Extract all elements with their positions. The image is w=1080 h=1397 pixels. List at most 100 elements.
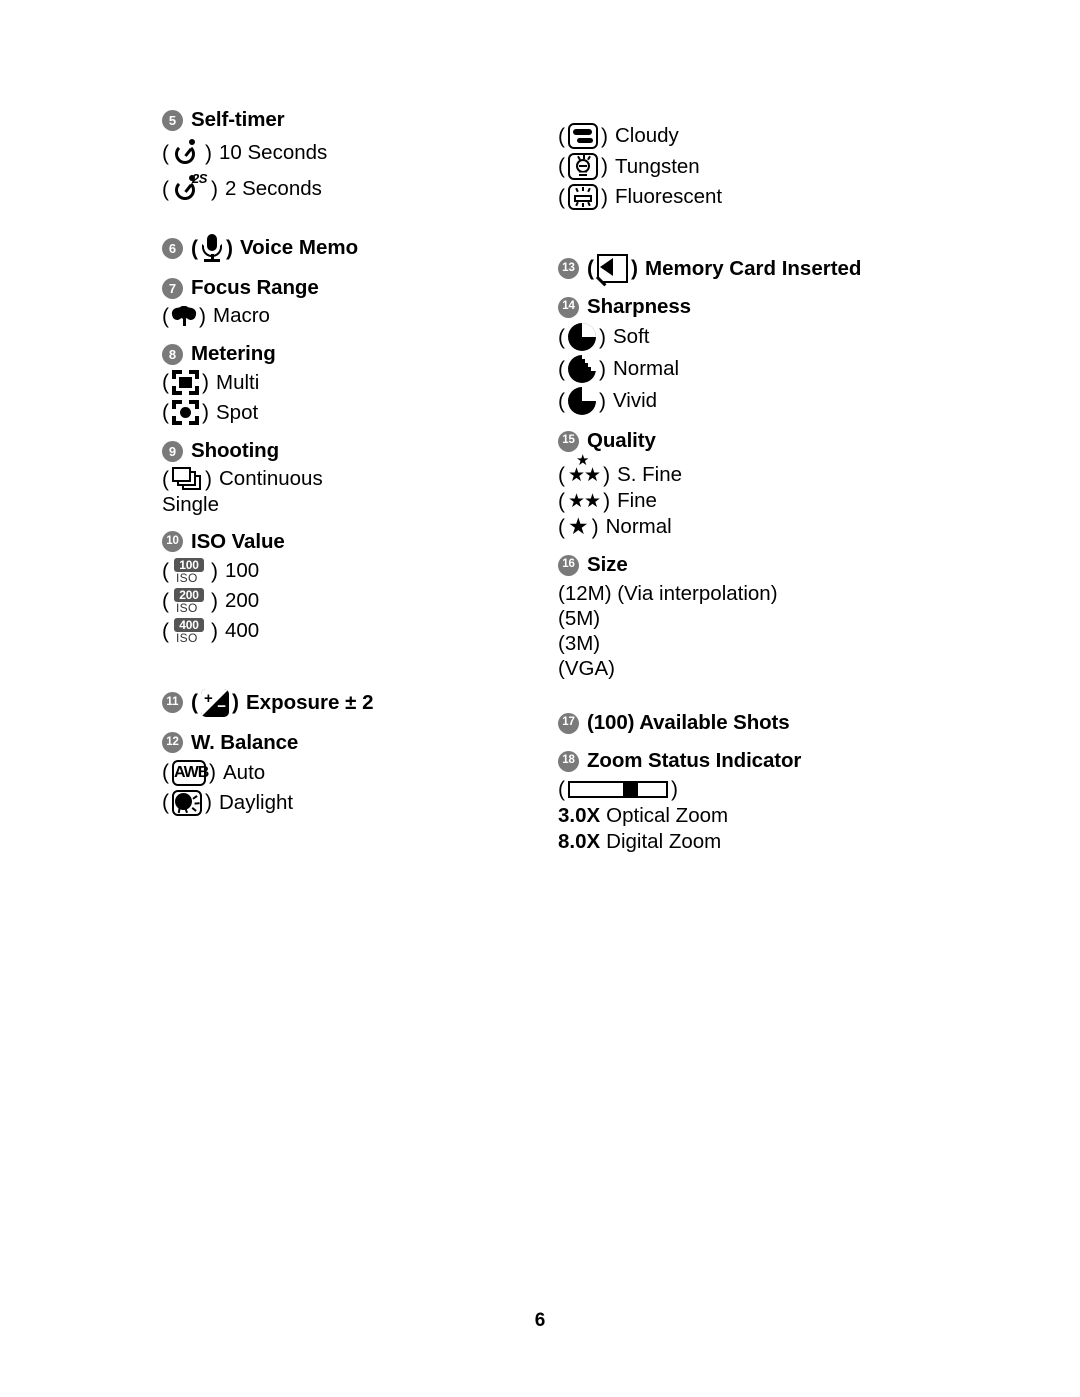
right-paren: ) — [603, 463, 611, 487]
exposure-compensation-icon: + − — [201, 688, 229, 717]
option-label: 2 Seconds — [225, 177, 322, 200]
option-label: Fine — [617, 489, 657, 512]
option-label: Fluorescent — [615, 185, 723, 208]
one-star-icon: ★ — [568, 515, 589, 539]
section-title: ISO Value — [191, 529, 285, 553]
macro-flower-icon — [170, 306, 198, 326]
option-label: Spot — [216, 400, 259, 424]
option-label: 200 — [225, 589, 260, 612]
right-paren: ) — [631, 257, 638, 280]
cloudy-icon — [568, 123, 598, 149]
right-paren: ) — [601, 124, 608, 148]
left-paren: ( — [191, 236, 198, 260]
section-number-badge: 5 — [162, 109, 183, 131]
right-paren: ) — [205, 791, 212, 814]
metering-spot-icon — [172, 400, 199, 425]
option-label: Continuous — [219, 467, 323, 490]
option-iso-100: ( 100 ISO ) 100 — [162, 557, 562, 585]
right-paren: ) — [599, 389, 606, 413]
right-paren: ) — [202, 401, 209, 424]
section-w-balance-heading: 12 W. Balance — [162, 731, 562, 755]
section-metering-heading: 8 Metering — [162, 342, 562, 366]
section-title: Voice Memo — [240, 236, 359, 259]
section-iso-value-heading: 10 ISO Value — [162, 530, 562, 554]
left-paren: ( — [162, 177, 169, 201]
section-title: Focus Range — [191, 276, 319, 299]
daylight-icon — [172, 789, 202, 816]
option-wb-tungsten: ( ) Tungsten — [558, 153, 998, 180]
self-timer-2s-badge: 2S — [192, 171, 207, 186]
option-label: Daylight — [219, 790, 294, 814]
option-quality-fine: ( ★★ ) Fine — [558, 489, 998, 513]
optical-zoom-row: 3.0X Optical Zoom — [558, 804, 998, 828]
right-paren: ) — [226, 236, 233, 260]
option-metering-spot: ( ) Spot — [162, 400, 562, 425]
section-title: Quality — [587, 429, 656, 452]
section-number-badge: 14 — [558, 296, 579, 318]
right-paren: ) — [601, 185, 608, 209]
iso-icon-number: 100 — [174, 557, 204, 572]
option-label: 100 — [225, 559, 260, 582]
option-wb-auto: ( AWB ) Auto — [162, 759, 562, 786]
option-size-vga: (VGA) — [558, 657, 615, 680]
option-sharpness-soft: ( ) Soft — [558, 323, 998, 351]
left-paren: ( — [558, 515, 565, 539]
left-paren: ( — [587, 257, 594, 280]
right-paren: ) — [591, 515, 599, 539]
self-timer-2s-icon: 2S — [172, 171, 207, 204]
left-paren: ( — [558, 325, 565, 349]
microphone-icon — [201, 234, 223, 262]
section-sharpness-heading: 14 Sharpness — [558, 295, 998, 319]
left-paren: ( — [162, 467, 169, 491]
option-label: S. Fine — [617, 463, 683, 486]
sharpness-vivid-icon — [568, 387, 596, 415]
exposure-plus-sign: + — [204, 689, 213, 707]
section-size-heading: 16 Size — [558, 553, 998, 577]
left-paren: ( — [162, 619, 169, 643]
option-size-3m: (3M) — [558, 632, 601, 655]
option-label: Vivid — [613, 389, 658, 412]
section-number-badge: 8 — [162, 343, 183, 365]
right-paren: ) — [199, 304, 206, 328]
right-paren: ) — [599, 325, 606, 349]
option-label: 10 Seconds — [219, 141, 328, 164]
section-number-badge: 15 — [558, 430, 579, 452]
left-paren: ( — [558, 185, 565, 209]
left-paren: ( — [162, 589, 169, 613]
option-shooting-continuous: ( ) Continuous — [162, 467, 562, 491]
awb-icon: AWB — [172, 759, 209, 786]
stars: ★★ — [568, 490, 601, 512]
option-metering-multi: ( ) Multi — [162, 370, 562, 395]
option-shooting-single: Single — [162, 493, 219, 516]
iso-icon-text: ISO — [176, 630, 198, 645]
right-paren: ) — [601, 155, 608, 178]
fluorescent-icon — [568, 184, 598, 210]
option-iso-200: ( 200 ISO ) 200 — [162, 587, 562, 615]
memory-card-icon — [595, 254, 628, 287]
option-label: Soft — [613, 325, 650, 348]
option-wb-cloudy: ( ) Cloudy — [558, 123, 998, 149]
section-number-badge: 6 — [162, 237, 183, 259]
optical-zoom-label: Optical Zoom — [606, 804, 729, 827]
section-title: Exposure ± 2 — [246, 690, 374, 714]
option-label: Macro — [213, 304, 270, 327]
option-iso-400: ( 400 ISO ) 400 — [162, 617, 562, 645]
section-self-timer-heading: 5 Self-timer — [162, 108, 562, 132]
left-paren: ( — [558, 357, 565, 381]
right-paren: ) — [211, 559, 218, 583]
section-number-badge: 18 — [558, 750, 579, 772]
option-label: Normal — [613, 357, 680, 380]
left-paren: ( — [162, 371, 169, 394]
section-number-badge: 7 — [162, 277, 183, 299]
tungsten-icon — [568, 153, 598, 180]
section-focus-range-heading: 7 Focus Range — [162, 276, 562, 300]
option-macro: ( ) Macro — [162, 304, 562, 328]
option-label: Tungsten — [615, 154, 700, 178]
page-number: 6 — [534, 1310, 546, 1331]
section-quality-heading: 15 Quality — [558, 429, 998, 453]
iso-icon-number: 400 — [174, 617, 204, 632]
right-paren: ) — [599, 357, 606, 381]
section-number-badge: 17 — [558, 712, 579, 734]
left-column: 5 Self-timer ( ) 10 Seconds ( 2S ) 2 Sec… — [162, 108, 562, 816]
right-paren: ) — [603, 489, 611, 513]
